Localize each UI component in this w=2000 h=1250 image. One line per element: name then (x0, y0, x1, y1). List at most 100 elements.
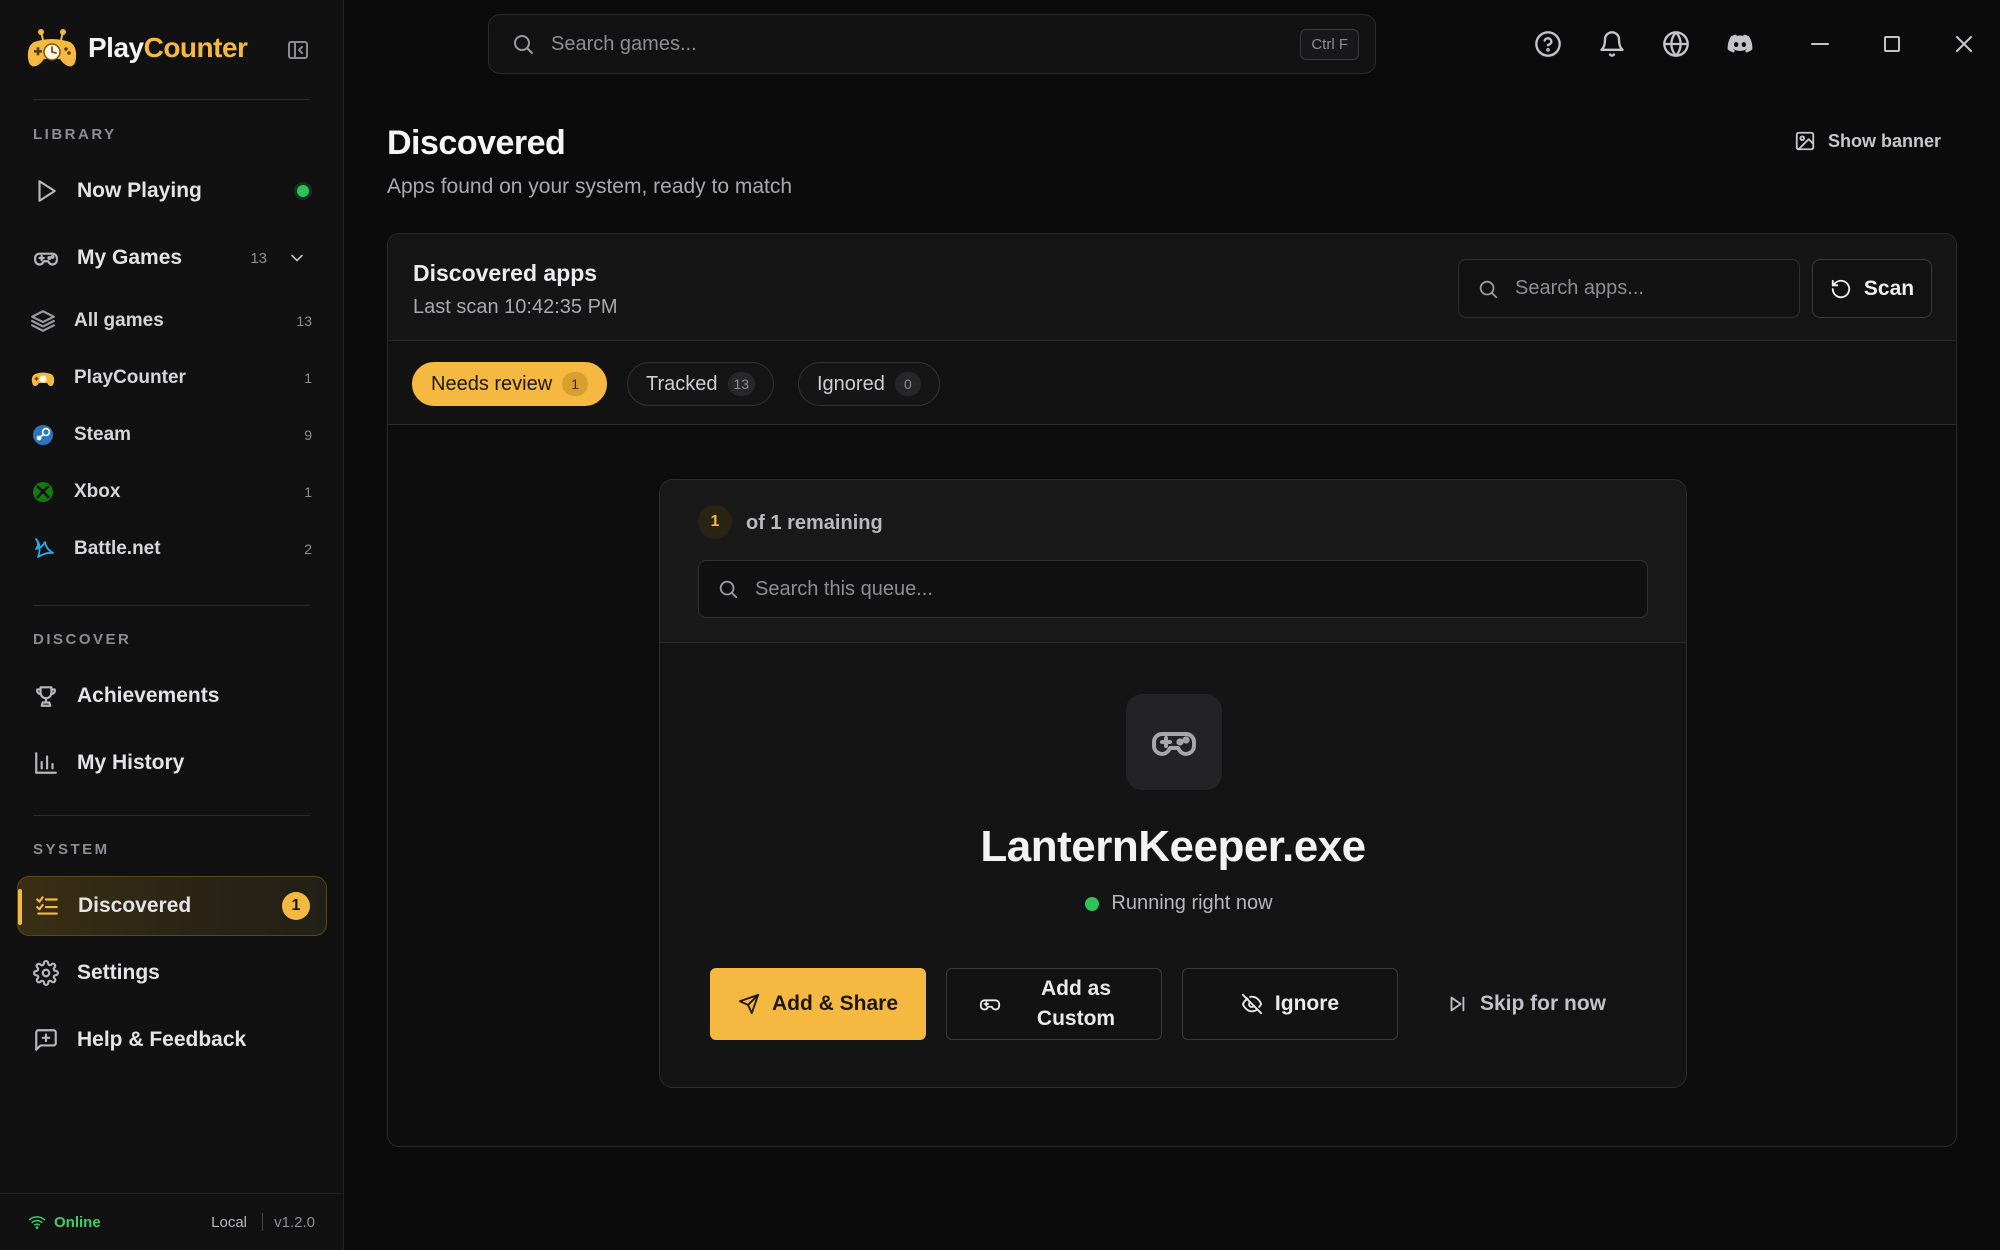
divider (33, 605, 310, 606)
sidebar-item-playcounter[interactable]: PlayCounter 1 (30, 358, 314, 398)
minimize-icon[interactable] (1808, 32, 1832, 56)
global-search-bar[interactable]: Ctrl F (488, 14, 1376, 74)
connection-status: Online (54, 1213, 101, 1231)
app-running-status: Running right now (660, 892, 1686, 915)
section-label-discover: DISCOVER (33, 631, 132, 648)
gamepad-icon (979, 999, 1000, 1011)
bar-chart-icon (35, 752, 57, 774)
ignore-label: Ignore (1274, 992, 1340, 1015)
sidebar-item-steam[interactable]: Steam 9 (30, 415, 314, 455)
tab-tracked[interactable]: Tracked 13 (627, 362, 775, 406)
send-icon (738, 993, 760, 1015)
app-icon (1126, 694, 1222, 790)
page-title: Discovered (387, 124, 566, 162)
scan-button[interactable]: Scan (1812, 259, 1932, 318)
gear-icon (33, 960, 59, 986)
section-label-library: LIBRARY (33, 126, 117, 143)
page-subtitle: Apps found on your system, ready to matc… (387, 175, 793, 198)
maximize-icon[interactable] (1880, 32, 1904, 56)
sidebar-item-label: Battle.net (74, 538, 161, 559)
sidebar-item-label: All games (74, 310, 164, 331)
discovered-count-badge: 1 (282, 892, 310, 920)
app-version: v1.2.0 (274, 1213, 315, 1231)
show-banner-button[interactable]: Show banner (1794, 130, 1941, 152)
close-icon[interactable] (1952, 32, 1976, 56)
chevron-down-icon[interactable] (287, 248, 307, 268)
sidebar-item-label: Now Playing (77, 179, 202, 202)
platform-count: 2 (304, 541, 312, 557)
brand[interactable]: PlayCounter (26, 26, 248, 70)
divider (33, 815, 310, 816)
refresh-icon (1831, 279, 1851, 298)
globe-icon[interactable] (1662, 30, 1690, 58)
sidebar-item-battlenet[interactable]: Battle.net 2 (30, 529, 314, 569)
message-plus-icon (35, 1029, 57, 1051)
queue-header: 1 of 1 remaining (660, 480, 1686, 643)
sidebar-footer: Online Local v1.2.0 (0, 1193, 343, 1250)
sidebar-item-my-games[interactable]: My Games 13 (17, 228, 327, 288)
add-as-custom-button[interactable]: Add as Custom (946, 968, 1162, 1040)
gamepad-icon (1152, 732, 1196, 756)
discord-icon[interactable] (1726, 30, 1754, 58)
sidebar-item-xbox[interactable]: Xbox 1 (30, 472, 314, 512)
sidebar-item-discovered[interactable]: Discovered 1 (17, 876, 327, 936)
tab-needs-review[interactable]: Needs review 1 (412, 362, 608, 406)
sidebar-item-label: Xbox (74, 481, 121, 502)
global-search-input[interactable] (551, 32, 1301, 56)
running-status-dot (1085, 896, 1100, 911)
sidebar-item-label: Settings (77, 961, 160, 984)
filter-tabs: Needs review 1 Tracked 13 Ignored 0 (388, 341, 1956, 425)
sidebar-item-label: My History (77, 751, 185, 774)
image-icon (1795, 131, 1815, 151)
xbox-icon (33, 482, 53, 502)
review-queue-card: 1 of 1 remaining LanternKeeper.exe Runni… (659, 479, 1687, 1088)
sidebar-item-my-history[interactable]: My History (17, 733, 327, 793)
tab-ignored[interactable]: Ignored 0 (798, 362, 940, 406)
sidebar-item-help-feedback[interactable]: Help & Feedback (17, 1010, 327, 1070)
gamepad-logo-icon (27, 29, 77, 67)
search-shortcut-hint: Ctrl F (1300, 28, 1359, 60)
add-share-label: Add & Share (771, 992, 899, 1015)
sidebar-item-label: Discovered (78, 894, 192, 917)
tab-count: 1 (562, 372, 589, 396)
play-icon (38, 180, 56, 202)
eye-off-icon (1241, 993, 1262, 1015)
add-share-button[interactable]: Add & Share (710, 968, 926, 1040)
sidebar-item-all-games[interactable]: All games 13 (30, 301, 314, 341)
sidebar-collapse-icon[interactable] (286, 38, 310, 62)
last-scan-time: Last scan 10:42:35 PM (413, 296, 618, 318)
battlenet-icon (35, 538, 54, 558)
help-circle-icon[interactable] (1534, 30, 1562, 58)
wifi-icon (28, 1216, 46, 1229)
bell-icon[interactable] (1598, 30, 1626, 58)
sidebar-item-now-playing[interactable]: Now Playing (17, 161, 327, 221)
queue-search-input[interactable] (755, 577, 1647, 601)
sidebar-item-settings[interactable]: Settings (17, 943, 327, 1003)
search-icon (719, 580, 738, 599)
brand-name: PlayCounter (88, 32, 248, 63)
search-icon (514, 35, 533, 54)
panel-header: Discovered apps Last scan 10:42:35 PM Sc… (388, 234, 1956, 341)
ignore-button[interactable]: Ignore (1182, 968, 1398, 1040)
discovered-apps-panel: Discovered apps Last scan 10:42:35 PM Sc… (387, 233, 1957, 1147)
app-search-input[interactable] (1515, 277, 1799, 300)
platform-count: 1 (304, 484, 312, 500)
app-search-field[interactable] (1458, 259, 1800, 318)
running-status-label: Running right now (1111, 892, 1273, 914)
platform-count: 13 (296, 313, 312, 329)
tab-count: 13 (727, 372, 756, 396)
sidebar-item-label: Achievements (77, 684, 220, 707)
list-check-icon (36, 896, 58, 915)
scan-label: Scan (1863, 276, 1915, 300)
divider (262, 1213, 263, 1231)
queue-position-badge: 1 (698, 505, 732, 539)
skip-forward-icon (1450, 996, 1465, 1012)
now-playing-status-dot (297, 185, 309, 197)
steam-icon (33, 425, 53, 445)
playcounter-icon (31, 372, 55, 387)
skip-for-now-button[interactable]: Skip for now (1418, 968, 1634, 1040)
sidebar-item-achievements[interactable]: Achievements (17, 666, 327, 726)
queue-search-field[interactable] (698, 560, 1648, 618)
my-games-count: 13 (250, 249, 267, 267)
add-as-custom-label: Add as Custom (1036, 977, 1116, 1030)
